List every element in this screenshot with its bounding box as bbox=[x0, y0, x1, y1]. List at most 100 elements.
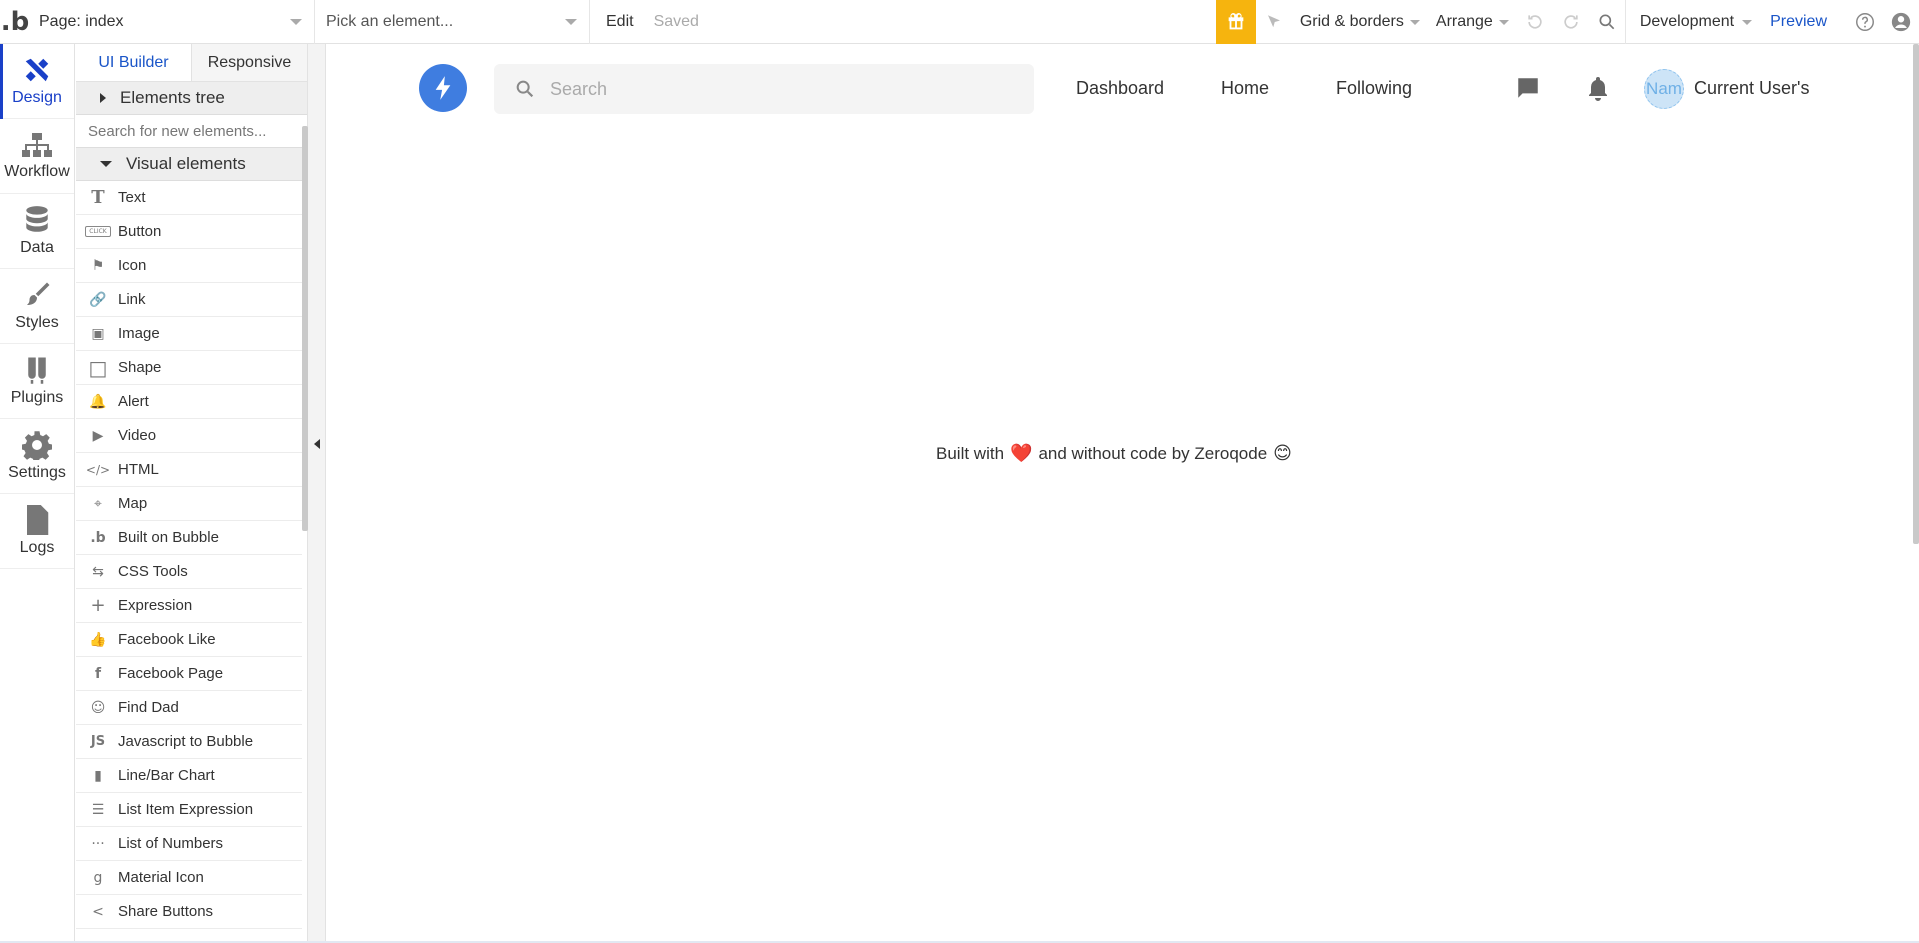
element-picker[interactable]: Pick an element... bbox=[315, 0, 590, 44]
palette-item-link[interactable]: 🔗 Link bbox=[76, 283, 302, 317]
palette-item-button[interactable]: CLICK Button bbox=[76, 215, 302, 249]
palette-item-line-bar-chart[interactable]: ▮ Line/Bar Chart bbox=[76, 759, 302, 793]
thumbs-up-icon: 👍 bbox=[89, 631, 107, 648]
rail-item-workflow[interactable]: Workflow bbox=[0, 119, 74, 194]
search-button[interactable] bbox=[1589, 0, 1625, 44]
rail-item-settings[interactable]: Settings bbox=[0, 419, 74, 494]
nav-home[interactable]: Home bbox=[1221, 78, 1269, 99]
palette-item-list-item-expression[interactable]: ☰ List Item Expression bbox=[76, 793, 302, 827]
shape-icon: □ bbox=[88, 355, 108, 380]
app-search-input[interactable] bbox=[550, 78, 990, 100]
chevron-down-icon bbox=[1409, 19, 1420, 25]
cursor-icon bbox=[1267, 14, 1280, 27]
palette-item-label: Facebook Like bbox=[118, 631, 216, 648]
palette-item-share-buttons[interactable]: < Share Buttons bbox=[76, 895, 302, 929]
code-icon: </> bbox=[85, 462, 111, 477]
palette-item-icon[interactable]: ⚑ Icon bbox=[76, 249, 302, 283]
built-with-text: Built with ❤️ and without code by Zeroqo… bbox=[936, 443, 1292, 464]
tab-responsive[interactable]: Responsive bbox=[192, 44, 307, 81]
elements-palette: UI Builder Responsive Elements tree Visu… bbox=[76, 44, 308, 943]
account-icon bbox=[1891, 12, 1911, 31]
notifications-button[interactable] bbox=[1586, 75, 1610, 106]
current-user-name[interactable]: Current User's bbox=[1694, 78, 1809, 99]
plus-icon: + bbox=[90, 595, 106, 616]
chevron-down-icon bbox=[1498, 19, 1509, 25]
avatar[interactable]: Nam bbox=[1644, 69, 1684, 109]
palette-item-label: Built on Bubble bbox=[118, 529, 219, 546]
palette-item-facebook-page[interactable]: f Facebook Page bbox=[76, 657, 302, 691]
tab-ui-builder[interactable]: UI Builder bbox=[76, 44, 192, 81]
redo-button[interactable] bbox=[1553, 0, 1589, 44]
palette-item-image[interactable]: ▣ Image bbox=[76, 317, 302, 351]
database-icon bbox=[26, 206, 48, 232]
saved-status: Saved bbox=[653, 12, 699, 30]
palette-item-find-dad[interactable]: ☺ Find Dad bbox=[76, 691, 302, 725]
elements-tree-toggle[interactable]: Elements tree bbox=[76, 82, 307, 115]
visual-elements-toggle[interactable]: Visual elements bbox=[76, 148, 307, 181]
rail-item-logs[interactable]: Logs bbox=[0, 494, 74, 569]
palette-item-built-on-bubble[interactable]: .b Built on Bubble bbox=[76, 521, 302, 555]
search-icon bbox=[1599, 14, 1615, 29]
heart-icon: ❤️ bbox=[1010, 443, 1033, 464]
rail-item-plugins[interactable]: Plugins bbox=[0, 344, 74, 419]
palette-item-javascript-to-bubble[interactable]: JS Javascript to Bubble bbox=[76, 725, 302, 759]
plug-icon bbox=[28, 357, 46, 384]
gift-button[interactable] bbox=[1215, 0, 1256, 44]
element-search-input[interactable] bbox=[76, 115, 307, 148]
palette-item-facebook-like[interactable]: 👍 Facebook Like bbox=[76, 623, 302, 657]
design-canvas[interactable]: Dashboard Home Following Nam Current Use… bbox=[327, 44, 1910, 943]
palette-item-label: Alert bbox=[118, 393, 149, 410]
palette-item-material-icon[interactable]: g Material Icon bbox=[76, 861, 302, 895]
nav-following[interactable]: Following bbox=[1336, 78, 1412, 99]
nav-dashboard[interactable]: Dashboard bbox=[1076, 78, 1164, 99]
bar-chart-icon: ▮ bbox=[94, 767, 102, 784]
rail-item-design[interactable]: Design bbox=[0, 44, 74, 119]
arrange-dropdown[interactable]: Arrange bbox=[1428, 0, 1517, 44]
palette-item-label: Material Icon bbox=[118, 869, 204, 886]
top-toolbar: .b Page: index Pick an element... Edit S… bbox=[0, 0, 1919, 44]
palette-item-video[interactable]: ▶ Video bbox=[76, 419, 302, 453]
palette-item-map[interactable]: ⌖ Map bbox=[76, 487, 302, 521]
palette-item-list-of-numbers[interactable]: ··· List of Numbers bbox=[76, 827, 302, 861]
undo-button[interactable] bbox=[1517, 0, 1553, 44]
grid-borders-label: Grid & borders bbox=[1299, 12, 1404, 30]
palette-item-label: Shape bbox=[118, 359, 162, 376]
page-selector[interactable]: Page: index bbox=[30, 0, 315, 44]
palette-collapse-handle[interactable] bbox=[308, 44, 326, 943]
palette-item-label: Line/Bar Chart bbox=[118, 767, 215, 784]
bell-icon: 🔔 bbox=[89, 393, 107, 410]
palette-item-label: List of Numbers bbox=[118, 835, 224, 852]
app-header: Dashboard Home Following Nam Current Use… bbox=[419, 64, 1819, 114]
palette-item-html[interactable]: </> HTML bbox=[76, 453, 302, 487]
preview-button[interactable]: Preview bbox=[1760, 13, 1847, 31]
palette-item-label: Text bbox=[118, 189, 146, 206]
select-cursor-button[interactable] bbox=[1256, 0, 1292, 44]
button-icon: CLICK bbox=[84, 226, 112, 237]
account-button[interactable] bbox=[1883, 0, 1919, 44]
edit-button[interactable]: Edit bbox=[606, 13, 634, 31]
redo-icon bbox=[1564, 14, 1578, 29]
app-logo[interactable] bbox=[419, 64, 467, 112]
grid-borders-dropdown[interactable]: Grid & borders bbox=[1292, 0, 1428, 44]
palette-item-shape[interactable]: □ Shape bbox=[76, 351, 302, 385]
help-button[interactable] bbox=[1847, 0, 1883, 44]
palette-tabs: UI Builder Responsive bbox=[76, 44, 307, 82]
rail-item-styles[interactable]: Styles bbox=[0, 269, 74, 344]
palette-item-label: Share Buttons bbox=[118, 903, 214, 920]
rail-item-data[interactable]: Data bbox=[0, 194, 74, 269]
bubble-logo[interactable]: .b bbox=[0, 0, 30, 44]
palette-item-expression[interactable]: + Expression bbox=[76, 589, 302, 623]
palette-item-label: List Item Expression bbox=[118, 801, 254, 818]
environment-dropdown[interactable]: Development bbox=[1626, 0, 1760, 44]
link-icon: 🔗 bbox=[89, 291, 107, 308]
arrange-label: Arrange bbox=[1435, 12, 1493, 30]
built-with-label: Built with bbox=[936, 443, 1005, 463]
app-search-bar[interactable] bbox=[494, 64, 1034, 114]
palette-item-css-tools[interactable]: ⇆ CSS Tools bbox=[76, 555, 302, 589]
help-icon bbox=[1856, 12, 1874, 31]
palette-item-alert[interactable]: 🔔 Alert bbox=[76, 385, 302, 419]
messages-button[interactable] bbox=[1515, 75, 1541, 106]
palette-item-text[interactable]: T Text bbox=[76, 181, 302, 215]
canvas-scrollbar[interactable] bbox=[1913, 44, 1919, 544]
gift-icon bbox=[1228, 12, 1244, 29]
